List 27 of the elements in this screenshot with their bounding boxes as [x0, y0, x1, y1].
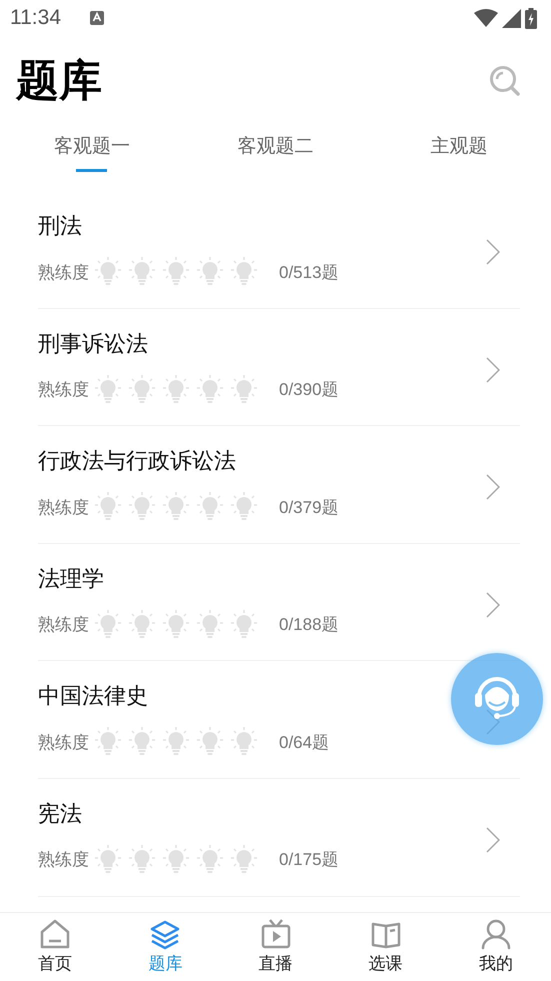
proficiency-label: 熟练度	[38, 379, 89, 402]
question-count: 0/64题	[279, 732, 330, 754]
subject-name: 刑法	[38, 213, 83, 241]
tab[interactable]: 主观题	[367, 125, 551, 181]
clock: 11:34	[10, 6, 61, 30]
subject-name: 刑事诉讼法	[38, 330, 149, 359]
page-title: 题库	[16, 54, 103, 108]
question-count: 0/379题	[279, 496, 339, 519]
nav-tab[interactable]: 选课	[330, 913, 441, 981]
question-count: 0/390题	[279, 379, 339, 402]
nav-tab[interactable]: 我的	[440, 913, 551, 981]
proficiency-label: 熟练度	[38, 614, 89, 636]
subject-name: 法理学	[38, 566, 105, 594]
proficiency-label: 熟练度	[38, 849, 89, 872]
subject-name: 宪法	[38, 800, 83, 829]
tab[interactable]: 客观题一	[0, 125, 184, 181]
question-count: 0/513题	[279, 262, 339, 284]
question-count: 0/175题	[279, 849, 339, 872]
proficiency-label: 熟练度	[38, 496, 89, 519]
question-count: 0/188题	[279, 614, 339, 636]
nav-tab[interactable]: 直播	[220, 913, 331, 981]
proficiency-label: 熟练度	[38, 262, 89, 284]
subject-name: 行政法与行政诉讼法	[38, 448, 237, 476]
nav-tab[interactable]: 首页	[0, 913, 110, 981]
proficiency-label: 熟练度	[38, 732, 89, 754]
tab[interactable]: 客观题二	[184, 125, 368, 181]
subject-name: 中国法律史	[38, 683, 149, 712]
